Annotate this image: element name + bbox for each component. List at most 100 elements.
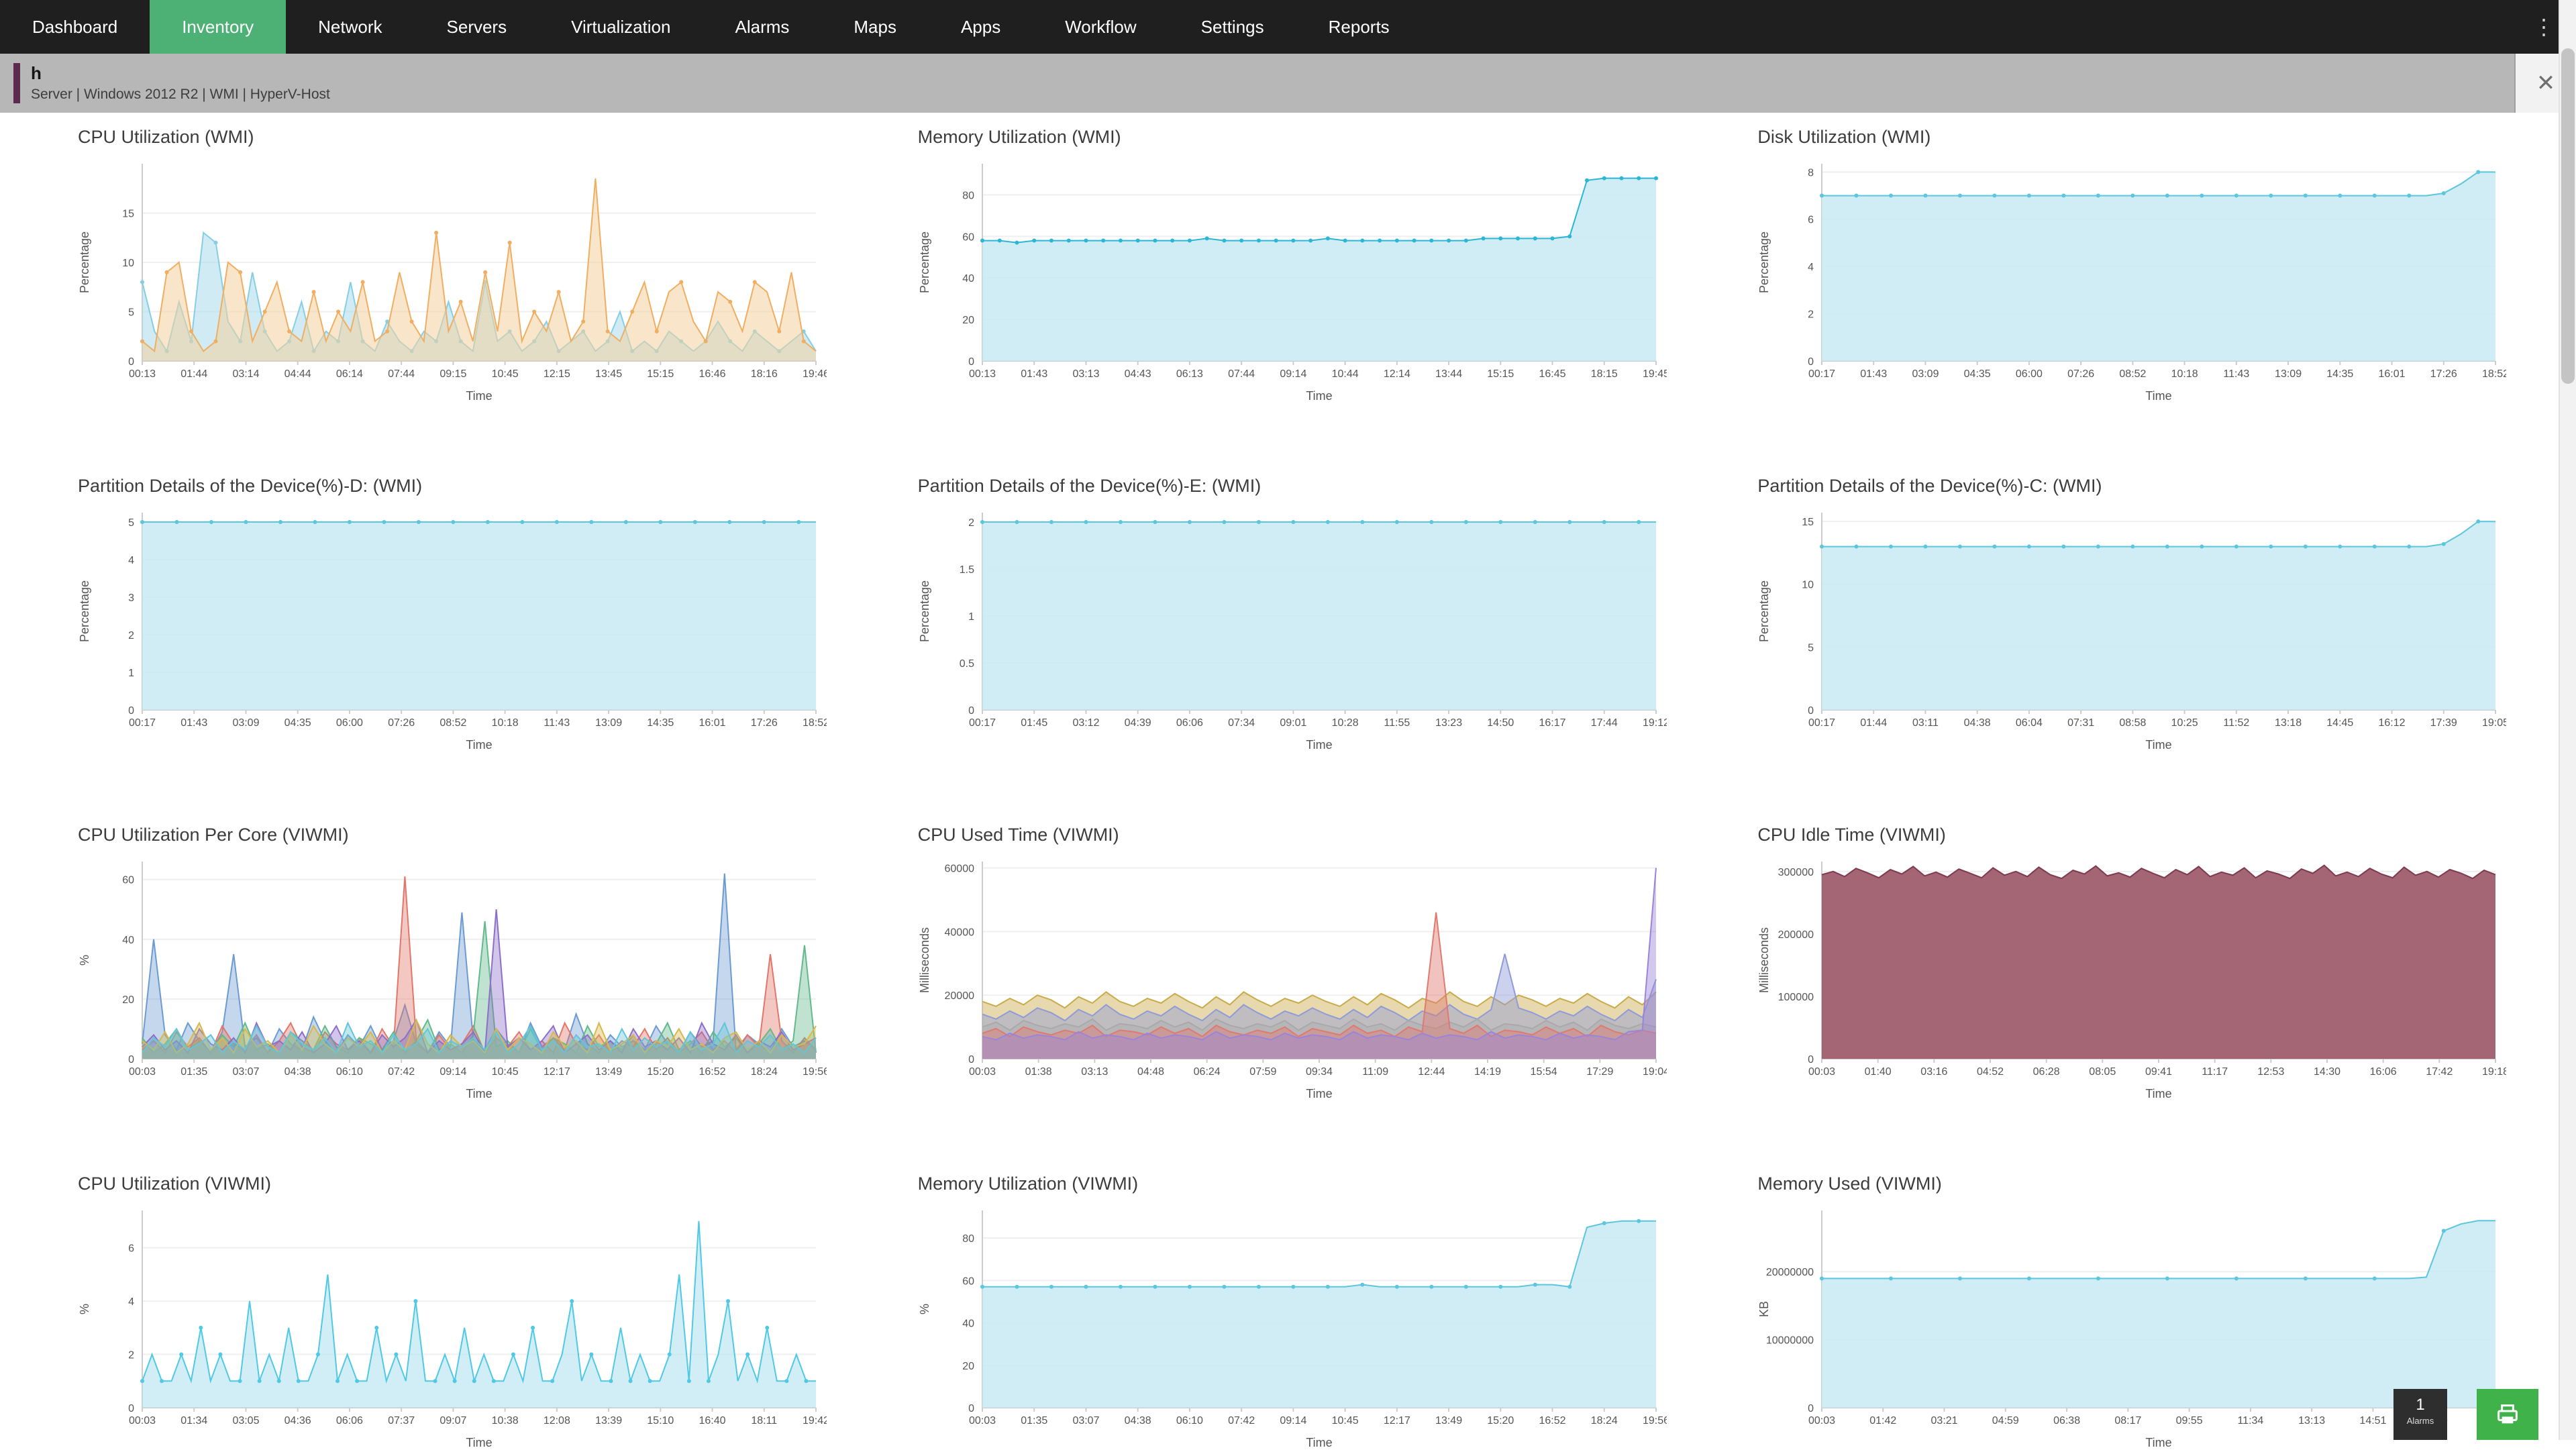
svg-text:08:52: 08:52	[440, 717, 466, 729]
svg-text:2: 2	[1808, 309, 1814, 321]
svg-text:13:49: 13:49	[595, 1066, 622, 1078]
device-accent-bar	[13, 63, 20, 103]
svg-text:19:42: 19:42	[803, 1415, 827, 1427]
svg-text:01:38: 01:38	[1025, 1066, 1051, 1078]
chart-title: Memory Used (VIWMI)	[1757, 1173, 2536, 1194]
nav-item-network[interactable]: Network	[286, 0, 414, 54]
svg-text:17:26: 17:26	[2430, 368, 2457, 380]
nav-item-servers[interactable]: Servers	[415, 0, 539, 54]
svg-text:03:09: 03:09	[232, 717, 259, 729]
svg-text:16:52: 16:52	[699, 1066, 726, 1078]
svg-text:00:17: 00:17	[1808, 717, 1835, 729]
svg-text:13:09: 13:09	[2275, 368, 2302, 380]
svg-text:00:13: 00:13	[969, 368, 996, 380]
alarm-badge[interactable]: 1 Alarms	[2393, 1389, 2447, 1440]
svg-text:20: 20	[962, 315, 974, 326]
svg-text:10:18: 10:18	[2171, 368, 2198, 380]
svg-text:Time: Time	[1306, 1087, 1332, 1100]
svg-text:15:20: 15:20	[1487, 1415, 1514, 1427]
svg-text:5: 5	[1808, 642, 1814, 654]
svg-text:01:35: 01:35	[1021, 1415, 1047, 1427]
device-subtitle: Server | Windows 2012 R2 | WMI | HyperV-…	[31, 87, 330, 103]
svg-text:19:45: 19:45	[1643, 368, 1667, 380]
svg-text:60: 60	[122, 875, 134, 886]
svg-text:15:15: 15:15	[1487, 368, 1514, 380]
svg-text:80: 80	[962, 1233, 974, 1245]
nav-item-dashboard[interactable]: Dashboard	[0, 0, 150, 54]
nav-item-maps[interactable]: Maps	[821, 0, 929, 54]
svg-text:16:46: 16:46	[699, 368, 726, 380]
svg-text:40: 40	[122, 935, 134, 946]
svg-text:01:34: 01:34	[181, 1415, 207, 1427]
svg-text:0: 0	[128, 356, 134, 368]
svg-text:01:42: 01:42	[1870, 1415, 1897, 1427]
nav-item-virtualization[interactable]: Virtualization	[539, 0, 703, 54]
nav-item-alarms[interactable]: Alarms	[703, 0, 821, 54]
svg-text:07:44: 07:44	[1228, 368, 1255, 380]
svg-text:15:10: 15:10	[647, 1415, 674, 1427]
svg-text:19:56: 19:56	[803, 1066, 827, 1078]
chart-title: CPU Utilization Per Core (VIWMI)	[78, 824, 856, 845]
svg-text:13:39: 13:39	[595, 1415, 622, 1427]
nav-item-workflow[interactable]: Workflow	[1033, 0, 1168, 54]
svg-text:00:17: 00:17	[1808, 368, 1835, 380]
svg-text:0: 0	[968, 705, 974, 717]
chart-card: Partition Details of the Device(%)-E: (W…	[915, 475, 1696, 754]
alarm-label: Alarms	[2393, 1416, 2447, 1426]
svg-text:07:34: 07:34	[1228, 717, 1255, 729]
chart-plot: 02040608000:1301:4303:1304:4306:1307:440…	[915, 153, 1667, 405]
svg-text:00:17: 00:17	[129, 717, 156, 729]
svg-text:06:28: 06:28	[2033, 1066, 2060, 1078]
svg-text:04:38: 04:38	[285, 1066, 311, 1078]
svg-text:03:12: 03:12	[1072, 717, 1099, 729]
chart-plot: 00.511.5200:1701:4503:1204:3906:0607:340…	[915, 502, 1667, 754]
svg-text:03:05: 03:05	[232, 1415, 259, 1427]
svg-text:04:43: 04:43	[1124, 368, 1151, 380]
svg-text:19:18: 19:18	[2482, 1066, 2506, 1078]
chart-card: Disk Utilization (WMI)0246800:1701:4303:…	[1755, 126, 2536, 405]
svg-text:08:58: 08:58	[2120, 717, 2147, 729]
svg-text:12:53: 12:53	[2258, 1066, 2285, 1078]
nav-item-reports[interactable]: Reports	[1296, 0, 1422, 54]
chart-title: Memory Utilization (VIWMI)	[918, 1173, 1696, 1194]
svg-text:09:15: 09:15	[440, 368, 466, 380]
svg-text:15:54: 15:54	[1530, 1066, 1557, 1078]
chart-title: Partition Details of the Device(%)-C: (W…	[1757, 475, 2536, 497]
svg-text:0: 0	[128, 1054, 134, 1066]
nav-item-settings[interactable]: Settings	[1169, 0, 1296, 54]
chart-card: Partition Details of the Device(%)-C: (W…	[1755, 475, 2536, 754]
svg-text:17:39: 17:39	[2430, 717, 2457, 729]
svg-text:10:25: 10:25	[2171, 717, 2198, 729]
svg-text:20000000: 20000000	[1766, 1267, 1814, 1278]
svg-text:Percentage: Percentage	[78, 231, 91, 293]
scrollbar-thumb[interactable]	[2561, 48, 2575, 384]
svg-text:03:07: 03:07	[232, 1066, 259, 1078]
svg-text:Time: Time	[1306, 1436, 1332, 1449]
svg-text:17:42: 17:42	[2426, 1066, 2453, 1078]
chart-card: Memory Utilization (WMI)02040608000:1301…	[915, 126, 1696, 405]
nav-item-inventory[interactable]: Inventory	[150, 0, 286, 54]
svg-text:19:56: 19:56	[1643, 1415, 1667, 1427]
svg-text:01:45: 01:45	[1021, 717, 1047, 729]
chart-title: CPU Utilization (VIWMI)	[78, 1173, 856, 1194]
svg-text:17:26: 17:26	[751, 717, 778, 729]
svg-text:06:04: 06:04	[2016, 717, 2043, 729]
svg-text:06:00: 06:00	[2016, 368, 2043, 380]
svg-text:01:44: 01:44	[181, 368, 207, 380]
svg-text:04:35: 04:35	[285, 717, 311, 729]
svg-text:18:52: 18:52	[2482, 368, 2506, 380]
print-icon	[2494, 1401, 2521, 1428]
chart-plot: 05101500:1701:4403:1104:3806:0407:3108:5…	[1755, 502, 2506, 754]
svg-text:100000: 100000	[1778, 992, 1814, 1003]
svg-text:16:40: 16:40	[699, 1415, 726, 1427]
svg-text:10:28: 10:28	[1331, 717, 1358, 729]
print-button[interactable]	[2477, 1389, 2538, 1440]
svg-text:13:45: 13:45	[595, 368, 622, 380]
svg-text:09:34: 09:34	[1306, 1066, 1333, 1078]
nav-item-apps[interactable]: Apps	[929, 0, 1033, 54]
svg-text:14:19: 14:19	[1474, 1066, 1501, 1078]
svg-text:14:50: 14:50	[1487, 717, 1514, 729]
svg-text:06:10: 06:10	[1176, 1415, 1203, 1427]
svg-text:00:17: 00:17	[969, 717, 996, 729]
svg-text:11:43: 11:43	[544, 717, 570, 729]
